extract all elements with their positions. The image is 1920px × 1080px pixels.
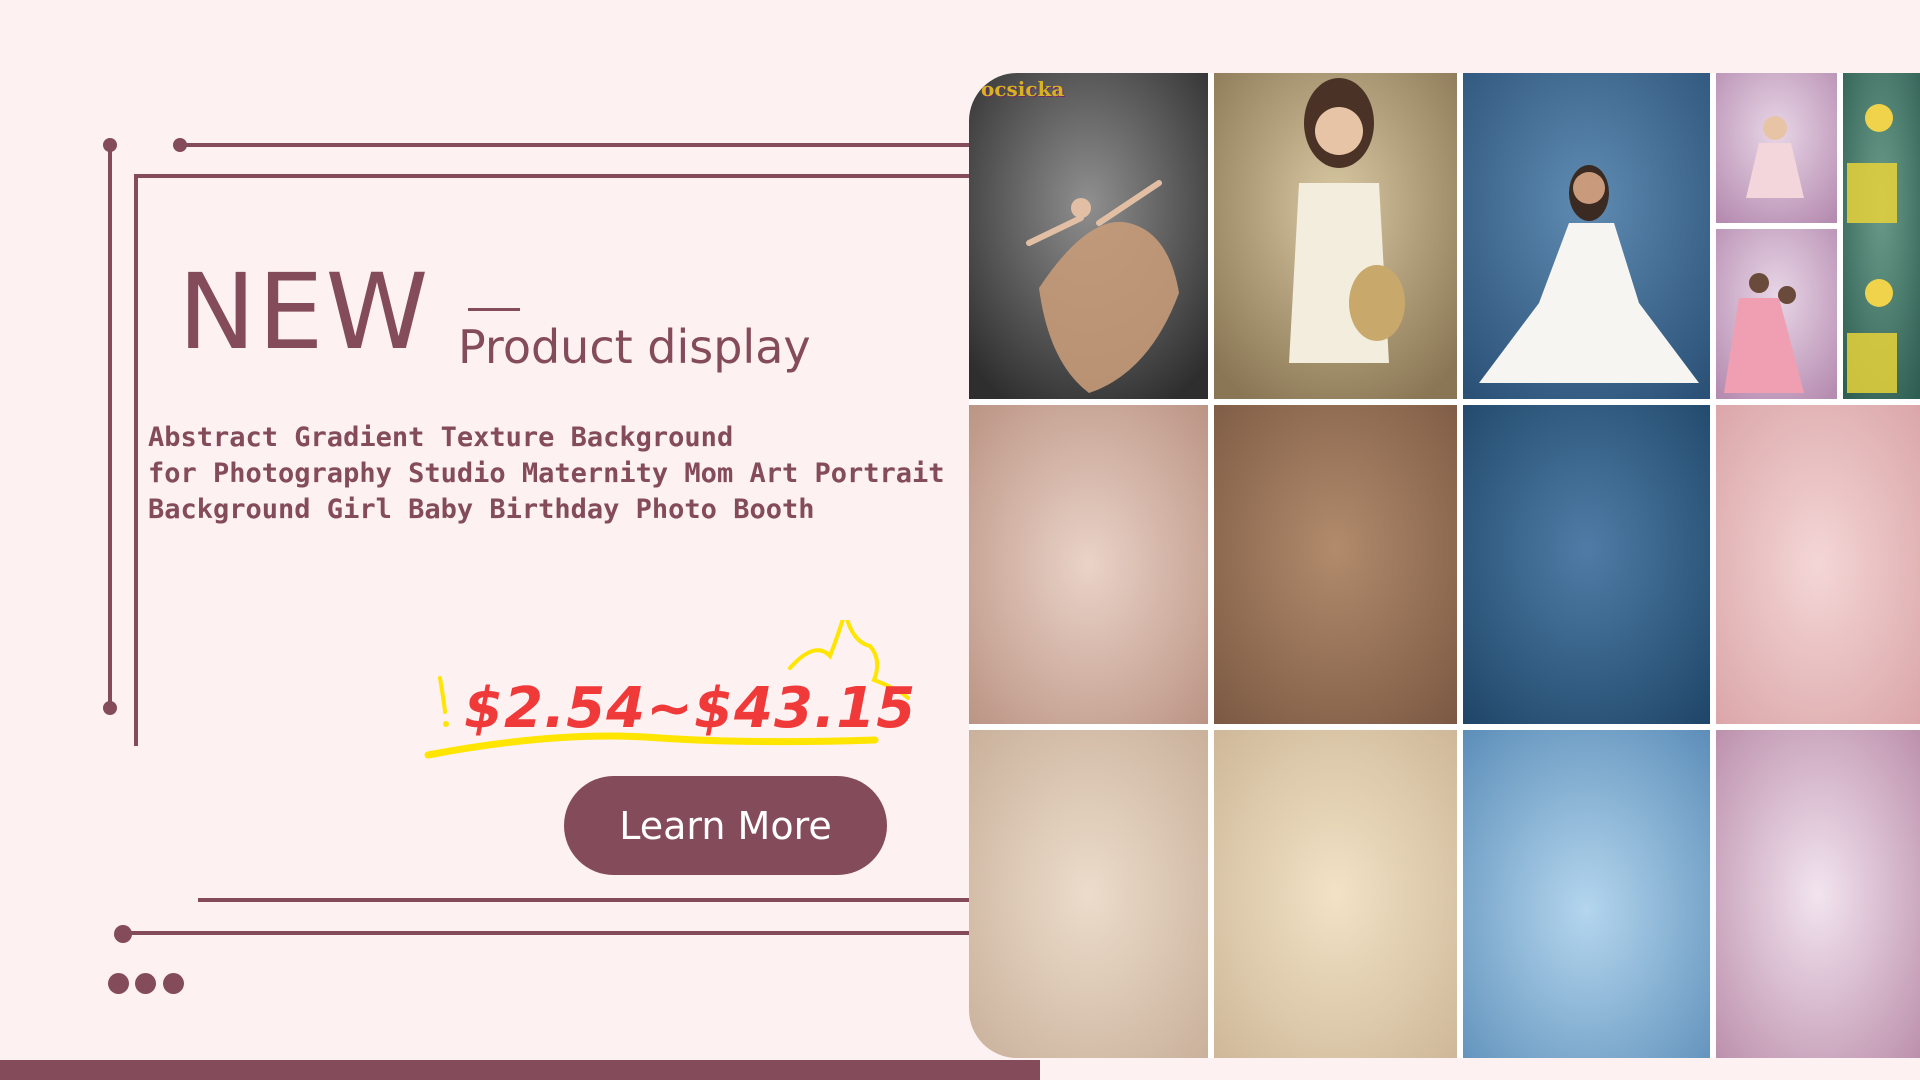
frame-bottom-line-upper: [198, 898, 970, 902]
frame-bottom-line-lower: [124, 931, 970, 935]
pink-texture: [1716, 405, 1920, 724]
learn-more-button[interactable]: Learn More: [564, 776, 887, 875]
child-yellow-tulips-portrait: [1843, 73, 1920, 399]
toddler-pink-dress-portrait: [1716, 73, 1837, 223]
pink-beige-texture: [969, 405, 1208, 724]
girl-with-hat-portrait: [1214, 73, 1457, 399]
title-dash: [468, 308, 520, 311]
title-new: NEW: [178, 251, 431, 373]
cream-texture: [969, 730, 1208, 1058]
brand-watermark: ocsicka: [981, 77, 1065, 101]
more-dot-2: [135, 973, 156, 994]
title-subtitle: Product display: [458, 320, 811, 374]
mauve-texture: [1716, 730, 1920, 1058]
mother-daughters-portrait: [1716, 229, 1837, 399]
frame-top-line-outer: [180, 143, 970, 147]
light-beige-texture: [1214, 730, 1457, 1058]
frame-dot-bottom-left: [103, 701, 117, 715]
brown-texture: [1214, 405, 1457, 724]
woman-white-dress-portrait: [1463, 73, 1710, 399]
blue-texture: [1463, 405, 1710, 724]
more-dot-3: [163, 973, 184, 994]
product-gallery: ocsicka: [969, 73, 1920, 1058]
gallery-grid: [969, 73, 1920, 1058]
light-blue-texture: [1463, 730, 1710, 1058]
price-area: $2.54~$43.15: [420, 620, 920, 770]
frame-vertical-line-inner: [134, 174, 138, 746]
product-description: Abstract Gradient Texture Background for…: [148, 422, 945, 525]
bottom-bar: [0, 1060, 1040, 1080]
dancer-portrait: [969, 73, 1208, 399]
frame-vertical-line-outer: [108, 145, 112, 708]
price-range: $2.54~$43.15: [464, 676, 917, 741]
more-dot-1: [108, 973, 129, 994]
frame-top-line-inner: [134, 174, 970, 178]
